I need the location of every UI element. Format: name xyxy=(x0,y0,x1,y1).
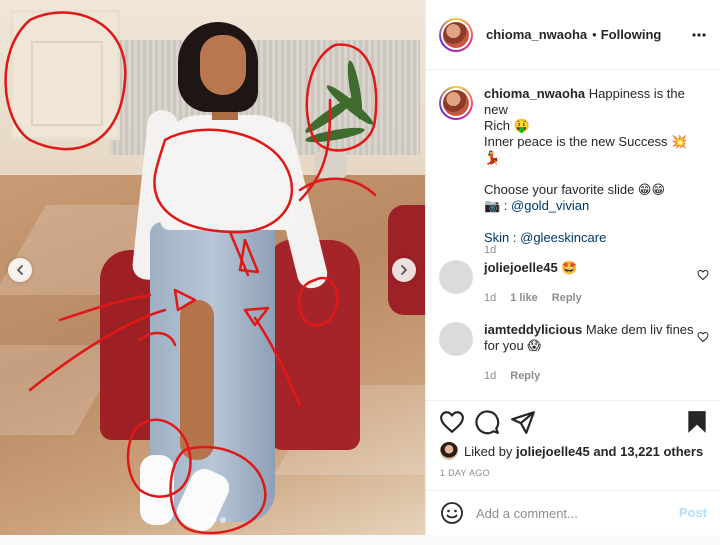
photo-wall-panel xyxy=(10,10,120,140)
likes-count[interactable]: and 13,221 others xyxy=(593,444,703,459)
post-side-panel: chioma_nwaoha • Following chioma_nwaoha … xyxy=(425,0,720,535)
photo-sneaker xyxy=(140,455,174,525)
commenter-username[interactable]: joliejoelle45 xyxy=(484,260,558,275)
photo-person-top xyxy=(160,115,295,230)
photo-plant-pot xyxy=(315,152,347,178)
caption-photographer-mention[interactable]: 📷 : @gold_vivian xyxy=(484,198,699,214)
post-header: chioma_nwaoha • Following xyxy=(426,0,720,70)
reply-button[interactable]: Reply xyxy=(552,292,582,304)
photo-person-face xyxy=(200,35,246,95)
carousel-dot xyxy=(219,517,226,523)
add-comment-bar: Post xyxy=(426,490,720,535)
caption-text: chioma_nwaoha Happiness is the new Rich … xyxy=(484,86,699,246)
following-button[interactable]: Following xyxy=(601,27,662,42)
comment-text: joliejoelle45 🤩 xyxy=(484,260,699,276)
author-avatar[interactable] xyxy=(439,86,473,120)
likes-summary: Liked by joliejoelle45 and 13,221 others xyxy=(440,442,703,460)
commenter-avatar[interactable] xyxy=(439,322,473,356)
caption-line: Choose your favorite slide 😁😁 xyxy=(484,182,666,197)
caption-line xyxy=(484,166,699,182)
likes-prefix: Liked by xyxy=(464,443,513,459)
post-actions: Liked by joliejoelle45 and 13,221 others… xyxy=(426,400,720,500)
author-avatar[interactable] xyxy=(439,17,473,52)
smiley-icon[interactable] xyxy=(440,501,464,525)
comment-meta: 1d 1 like Reply xyxy=(484,292,582,304)
comment-content: 🤩 xyxy=(561,260,578,275)
heart-icon[interactable] xyxy=(697,331,709,343)
caption-age[interactable]: 1d xyxy=(484,244,496,256)
caption-meta: 1d xyxy=(484,244,496,256)
header-separator-dot: • xyxy=(592,27,597,42)
instagram-post-view: chioma_nwaoha • Following chioma_nwaoha … xyxy=(0,0,720,545)
comment-input[interactable] xyxy=(476,505,666,521)
author-username[interactable]: chioma_nwaoha xyxy=(486,27,587,42)
carousel-next-button[interactable] xyxy=(392,258,416,282)
comment-meta: 1d Reply xyxy=(484,370,540,382)
post-date[interactable]: 1 DAY AGO xyxy=(440,468,490,478)
comments-list: chioma_nwaoha Happiness is the new Rich … xyxy=(426,70,720,400)
comment-bubble-icon[interactable] xyxy=(474,409,500,435)
caption-line: Rich 🤑 xyxy=(484,118,530,133)
carousel-indicator xyxy=(0,517,425,523)
comment-age[interactable]: 1d xyxy=(484,370,496,382)
comment-text: iamteddylicious Make dem liv fines for y… xyxy=(484,322,699,354)
liked-by-username[interactable]: joliejoelle45 xyxy=(516,444,590,459)
chevron-left-icon xyxy=(17,265,23,275)
carousel-dot xyxy=(199,517,206,523)
carousel-prev-button[interactable] xyxy=(8,258,32,282)
page-bottom-strip xyxy=(0,535,720,545)
caption-username[interactable]: chioma_nwaoha xyxy=(484,86,585,101)
comment-age[interactable]: 1d xyxy=(484,292,496,304)
paper-plane-icon[interactable] xyxy=(510,409,536,435)
caption-line: Inner peace is the new Success 💥💃 xyxy=(484,134,688,165)
caption-skin-mention[interactable]: Skin : @gleeskincare xyxy=(484,230,699,246)
commenter-username[interactable]: iamteddylicious xyxy=(484,322,582,337)
caption-line xyxy=(484,214,699,230)
commenter-avatar[interactable] xyxy=(439,260,473,294)
reply-button[interactable]: Reply xyxy=(510,370,540,382)
post-photo[interactable] xyxy=(0,0,425,535)
heart-icon[interactable] xyxy=(697,269,709,281)
comment-like-count[interactable]: 1 like xyxy=(510,292,538,304)
post-comment-button[interactable]: Post xyxy=(679,505,707,520)
heart-icon[interactable] xyxy=(439,409,465,435)
carousel-dot-active xyxy=(209,517,216,523)
liker-avatar[interactable] xyxy=(440,442,458,460)
more-horizontal-icon xyxy=(692,33,706,37)
more-options-button[interactable] xyxy=(691,27,707,43)
bookmark-icon[interactable] xyxy=(684,409,710,435)
photo-person-leg xyxy=(180,300,214,460)
chevron-right-icon xyxy=(401,265,407,275)
